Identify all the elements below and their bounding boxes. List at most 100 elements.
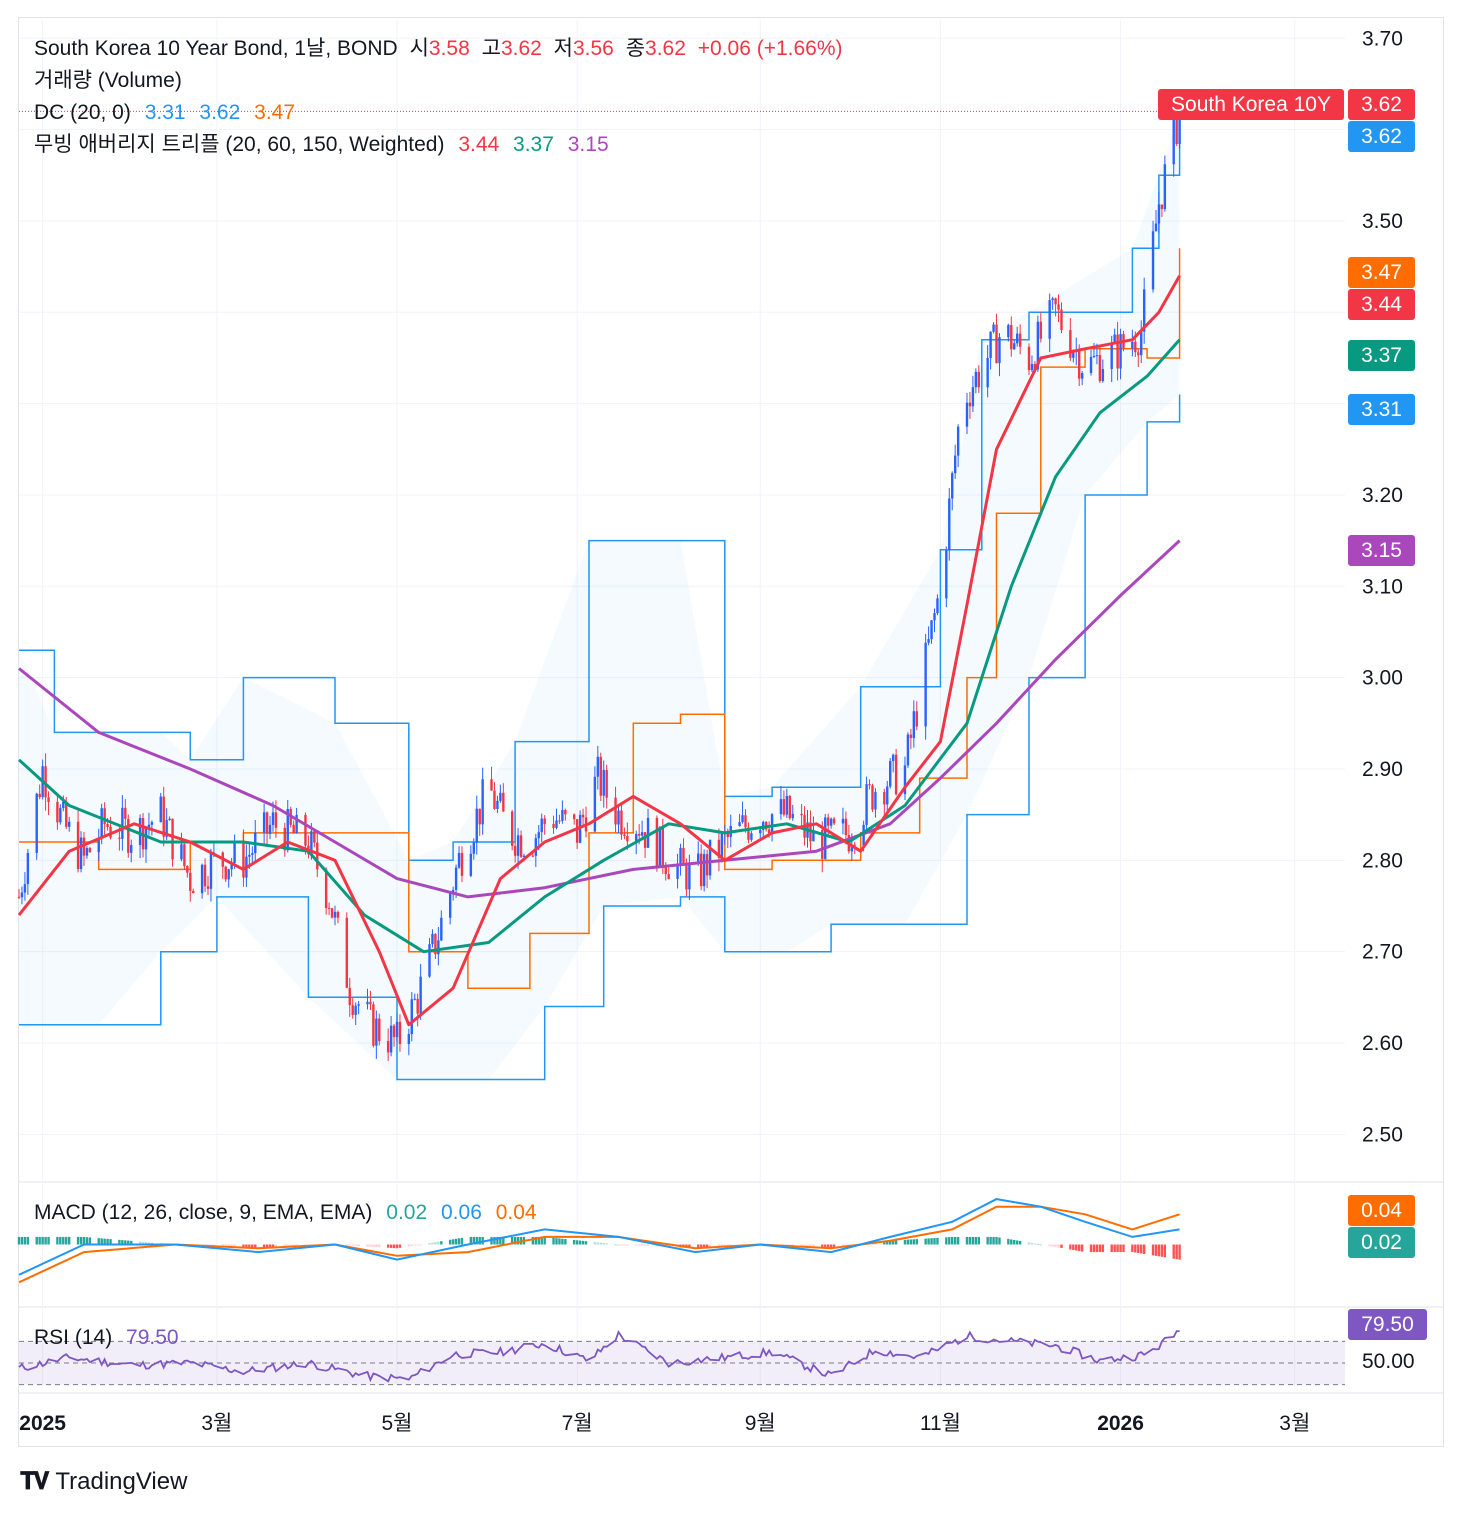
candle-body [398, 1021, 402, 1044]
candle-body [265, 812, 269, 834]
candle-body [705, 854, 709, 876]
candle-body [203, 864, 207, 887]
dc-upper-value: 3.62 [199, 101, 241, 124]
candle-body [17, 896, 21, 898]
macd-hist-bar [47, 1236, 50, 1245]
candle-body [824, 817, 827, 859]
candle-body [274, 812, 278, 828]
candle-body [894, 754, 898, 795]
macd-hist-bar [44, 1236, 47, 1245]
price-tag-text: 3.15 [1361, 539, 1402, 562]
macd-hist-bar [65, 1236, 68, 1245]
macd-axis-tag: 0.02 [1348, 1227, 1415, 1258]
x-tick-label: 11월 [920, 1412, 961, 1435]
candle-body [791, 813, 794, 819]
macd-hist-bar [599, 1242, 602, 1245]
legend-volume[interactable]: 거래량 (Volume) [34, 68, 182, 94]
macd-hist-bar [1080, 1244, 1084, 1252]
candle-body [26, 852, 30, 885]
macd-hist-bar [1119, 1244, 1122, 1253]
candle-body [106, 823, 109, 827]
macd-hist-bar [605, 1243, 608, 1245]
candle-body [395, 1021, 399, 1038]
macd-hist-bar [617, 1244, 620, 1246]
price-tag-text: 3.47 [1361, 261, 1402, 284]
candle-body [130, 845, 133, 853]
macd-hist-bar [1157, 1244, 1161, 1257]
macd-hist-bar [974, 1236, 978, 1245]
candle-body [192, 890, 195, 894]
macd-hist-bar [640, 1244, 644, 1246]
dc-label: DC (20, 0) [34, 101, 131, 124]
candle-body [180, 844, 183, 860]
macd-hist-bar [38, 1236, 41, 1245]
legend-main: South Korea 10 Year Bond, 1날, BOND 시3.58… [34, 36, 843, 62]
candle-body [844, 818, 848, 836]
macd-hist-bar [989, 1236, 992, 1245]
y-tick-label: 2.60 [1362, 1032, 1403, 1055]
candle-body [699, 853, 703, 887]
y-tick-label: 2.50 [1362, 1123, 1403, 1146]
macd-hist-bar [392, 1244, 396, 1249]
legend-ma[interactable]: 무빙 애버리지 트리플 (20, 60, 150, Weighted) 3.44… [34, 132, 609, 158]
candle-body [242, 841, 245, 878]
macd-hist-bar [924, 1238, 927, 1245]
macd-hist-bar [912, 1239, 916, 1245]
candle-body [68, 821, 71, 827]
ohlc-high: 고3.62 [482, 37, 542, 60]
macd-hist-bar [1140, 1244, 1143, 1254]
ma20-value: 3.44 [458, 133, 500, 156]
candle-body [927, 639, 930, 643]
macd-hist-bar [437, 1241, 440, 1245]
candle-body [933, 613, 936, 621]
candle-body [552, 824, 555, 828]
legend-rsi[interactable]: RSI (14) 79.50 [34, 1325, 179, 1351]
macd-hist-bar [35, 1236, 38, 1245]
candle-body [643, 832, 647, 848]
candle-body [637, 833, 641, 836]
y-tick-label: 2.80 [1362, 849, 1403, 872]
tradingview-logo[interactable]: 𝐓𝐕 TradingView [20, 1468, 187, 1496]
chart-canvas[interactable]: 20253월5월7월9월11월20263월3.703.603.503.403.3… [0, 0, 1463, 1514]
macd-axis-tag: 0.04 [1348, 1195, 1415, 1226]
macd-hist-bar [413, 1244, 416, 1246]
candle-body [915, 711, 918, 727]
ohlc-open-label: 시 [409, 37, 429, 60]
macd-hist-bar [1057, 1244, 1060, 1248]
macd-hist-bar [971, 1236, 975, 1245]
candle-body [1057, 304, 1060, 310]
candle-body [248, 854, 251, 857]
legend-macd[interactable]: MACD (12, 26, close, 9, EMA, EMA) 0.02 0… [34, 1200, 537, 1226]
candle-body [575, 819, 579, 843]
legend-dc[interactable]: DC (20, 0) 3.31 3.62 3.47 [34, 100, 295, 126]
candle-body [79, 837, 83, 870]
x-tick-label: 3월 [201, 1412, 232, 1435]
candle-body [233, 841, 236, 864]
macd-hist-bar [646, 1244, 650, 1246]
candle-body [448, 893, 452, 918]
candle-body [956, 426, 960, 456]
rsi-tick-label: 50.00 [1362, 1350, 1415, 1373]
candle-body [1080, 373, 1084, 379]
macd-hist-bar [1113, 1244, 1116, 1253]
candle-body [1154, 223, 1158, 232]
candle-body [496, 800, 499, 809]
candle-body [1110, 342, 1113, 369]
candle-body [189, 872, 192, 891]
candle-body [85, 848, 89, 856]
x-tick-label: 9월 [745, 1412, 776, 1435]
macd-hist-bar [366, 1244, 369, 1247]
macd-hist-bar [407, 1244, 411, 1247]
candle-body [679, 847, 682, 864]
candle-body [1131, 341, 1134, 349]
candle-body [336, 911, 340, 918]
macd-hist-bar [345, 1244, 349, 1246]
candle-body [268, 824, 272, 834]
macd-hist-bar [88, 1237, 92, 1245]
candle-body [76, 821, 80, 870]
candle-body [992, 324, 995, 332]
candle-body [209, 853, 213, 889]
x-tick-label: 2026 [1097, 1412, 1144, 1435]
macd-hist-bar [1015, 1240, 1019, 1245]
candle-body [1172, 116, 1175, 165]
